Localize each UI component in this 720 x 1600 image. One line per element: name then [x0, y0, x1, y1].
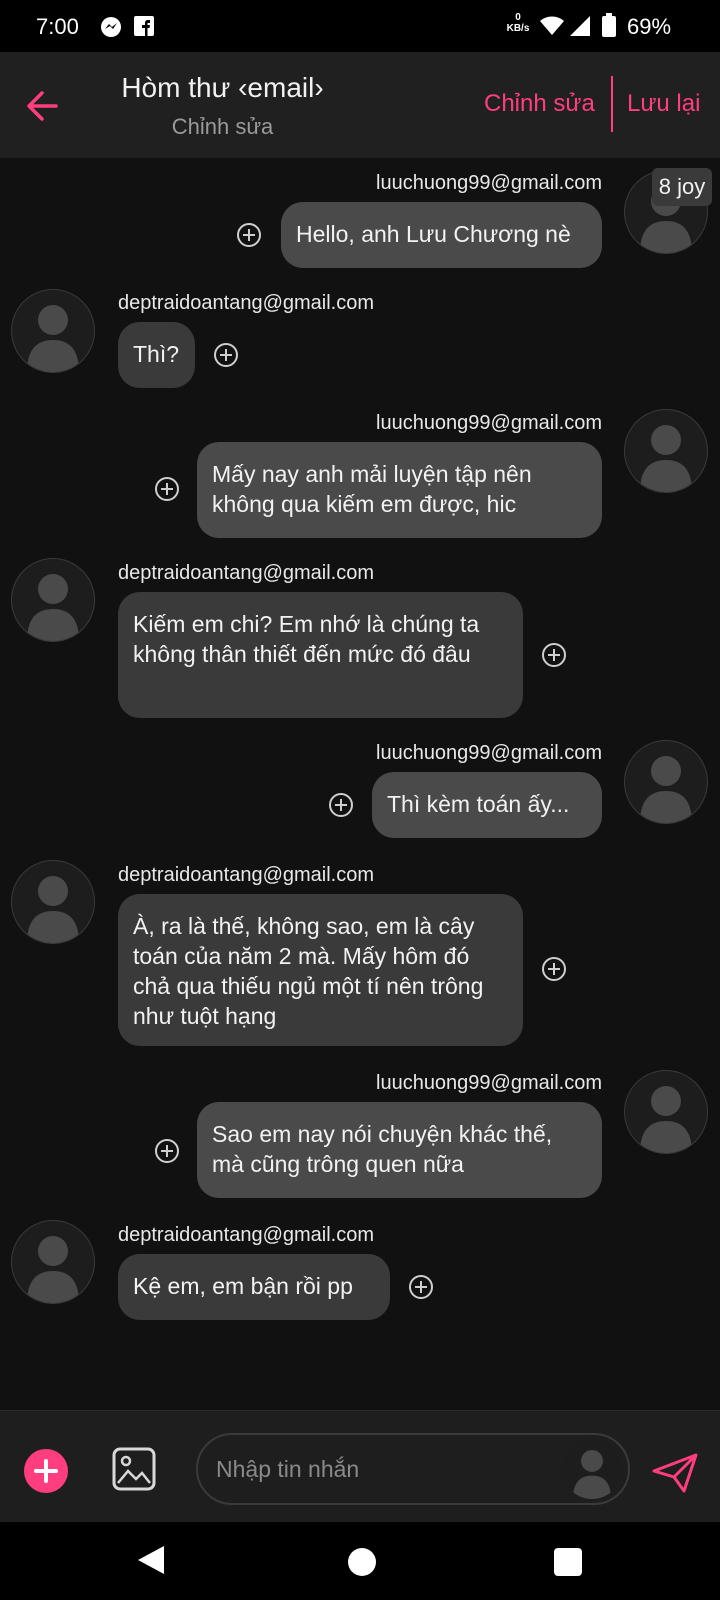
facebook-icon	[134, 16, 154, 41]
wifi-icon	[540, 16, 564, 41]
nav-recents-icon[interactable]	[554, 1548, 582, 1576]
message-bubble[interactable]: Thì kèm toán ấy...	[372, 772, 602, 838]
status-bar: 7:00 0 KB/s 69%	[0, 0, 720, 52]
image-button[interactable]	[112, 1447, 156, 1491]
add-reaction-icon[interactable]	[213, 342, 239, 368]
message-input[interactable]: Nhập tin nhắn	[196, 1433, 630, 1505]
image-icon	[112, 1447, 156, 1491]
messenger-icon	[100, 16, 122, 43]
message-bubble[interactable]: Thì?	[118, 322, 195, 388]
message-sender: luuchuong99@gmail.com	[376, 412, 602, 434]
add-reaction-icon[interactable]	[154, 1138, 180, 1164]
avatar[interactable]	[624, 409, 708, 493]
avatar[interactable]	[11, 1220, 95, 1304]
add-button[interactable]	[24, 1449, 68, 1493]
message-sender: luuchuong99@gmail.com	[376, 172, 602, 194]
message-bubble[interactable]: Mấy nay anh mải luyện tập nên không qua …	[197, 442, 602, 538]
edit-button[interactable]: Chỉnh sửa	[484, 90, 595, 118]
send-icon	[652, 1453, 698, 1493]
send-button[interactable]	[652, 1453, 698, 1493]
avatar[interactable]	[11, 558, 95, 642]
message-bubble[interactable]: Sao em nay nói chuyện khác thế, mà cũng …	[197, 1102, 602, 1198]
add-reaction-icon[interactable]	[328, 792, 354, 818]
add-reaction-icon[interactable]	[541, 642, 567, 668]
add-reaction-icon[interactable]	[408, 1274, 434, 1300]
avatar[interactable]	[624, 1070, 708, 1154]
page-title: Hòm thư ‹email›	[121, 72, 324, 103]
joy-badge: 8 joy	[652, 168, 712, 206]
battery-level: 69%	[627, 14, 672, 39]
message-input-placeholder: Nhập tin nhắn	[216, 1456, 360, 1482]
plus-icon	[34, 1459, 58, 1483]
header-divider	[611, 76, 613, 132]
avatar[interactable]	[562, 1439, 622, 1499]
add-reaction-icon[interactable]	[154, 476, 180, 502]
system-nav-bar	[0, 1522, 720, 1600]
message-bubble[interactable]: Hello, anh Lưu Chương nè	[281, 202, 602, 268]
net-speed: 0 KB/s	[506, 12, 530, 34]
message-bubble[interactable]: À, ra là thế, không sao, em là cây toán …	[118, 894, 523, 1046]
add-reaction-icon[interactable]	[541, 956, 567, 982]
message-sender: deptraidoantang@gmail.com	[118, 292, 375, 314]
message-bubble[interactable]: Kiếm em chi? Em nhớ là chúng ta không th…	[118, 592, 523, 718]
composer-bar: Nhập tin nhắn	[0, 1410, 720, 1523]
message-sender: deptraidoantang@gmail.com	[118, 1224, 375, 1246]
app-header: Hòm thư ‹email› Chỉnh sửa Chỉnh sửa Lưu …	[0, 52, 720, 158]
nav-back-icon[interactable]	[136, 1544, 166, 1576]
message-sender: luuchuong99@gmail.com	[376, 742, 602, 764]
save-button[interactable]: Lưu lại	[627, 90, 700, 118]
nav-home-icon[interactable]	[348, 1548, 376, 1576]
message-sender: deptraidoantang@gmail.com	[118, 864, 375, 886]
signal-icon	[570, 16, 590, 41]
status-time: 7:00	[36, 14, 79, 39]
message-sender: luuchuong99@gmail.com	[376, 1072, 602, 1094]
message-bubble[interactable]: Kệ em, em bận rồi pp	[118, 1254, 390, 1320]
message-sender: deptraidoantang@gmail.com	[118, 562, 375, 584]
page-subtitle: Chỉnh sửa	[171, 114, 274, 139]
add-reaction-icon[interactable]	[236, 222, 262, 248]
battery-icon	[602, 13, 616, 42]
avatar[interactable]	[11, 860, 95, 944]
avatar[interactable]	[11, 289, 95, 373]
avatar[interactable]	[624, 740, 708, 824]
